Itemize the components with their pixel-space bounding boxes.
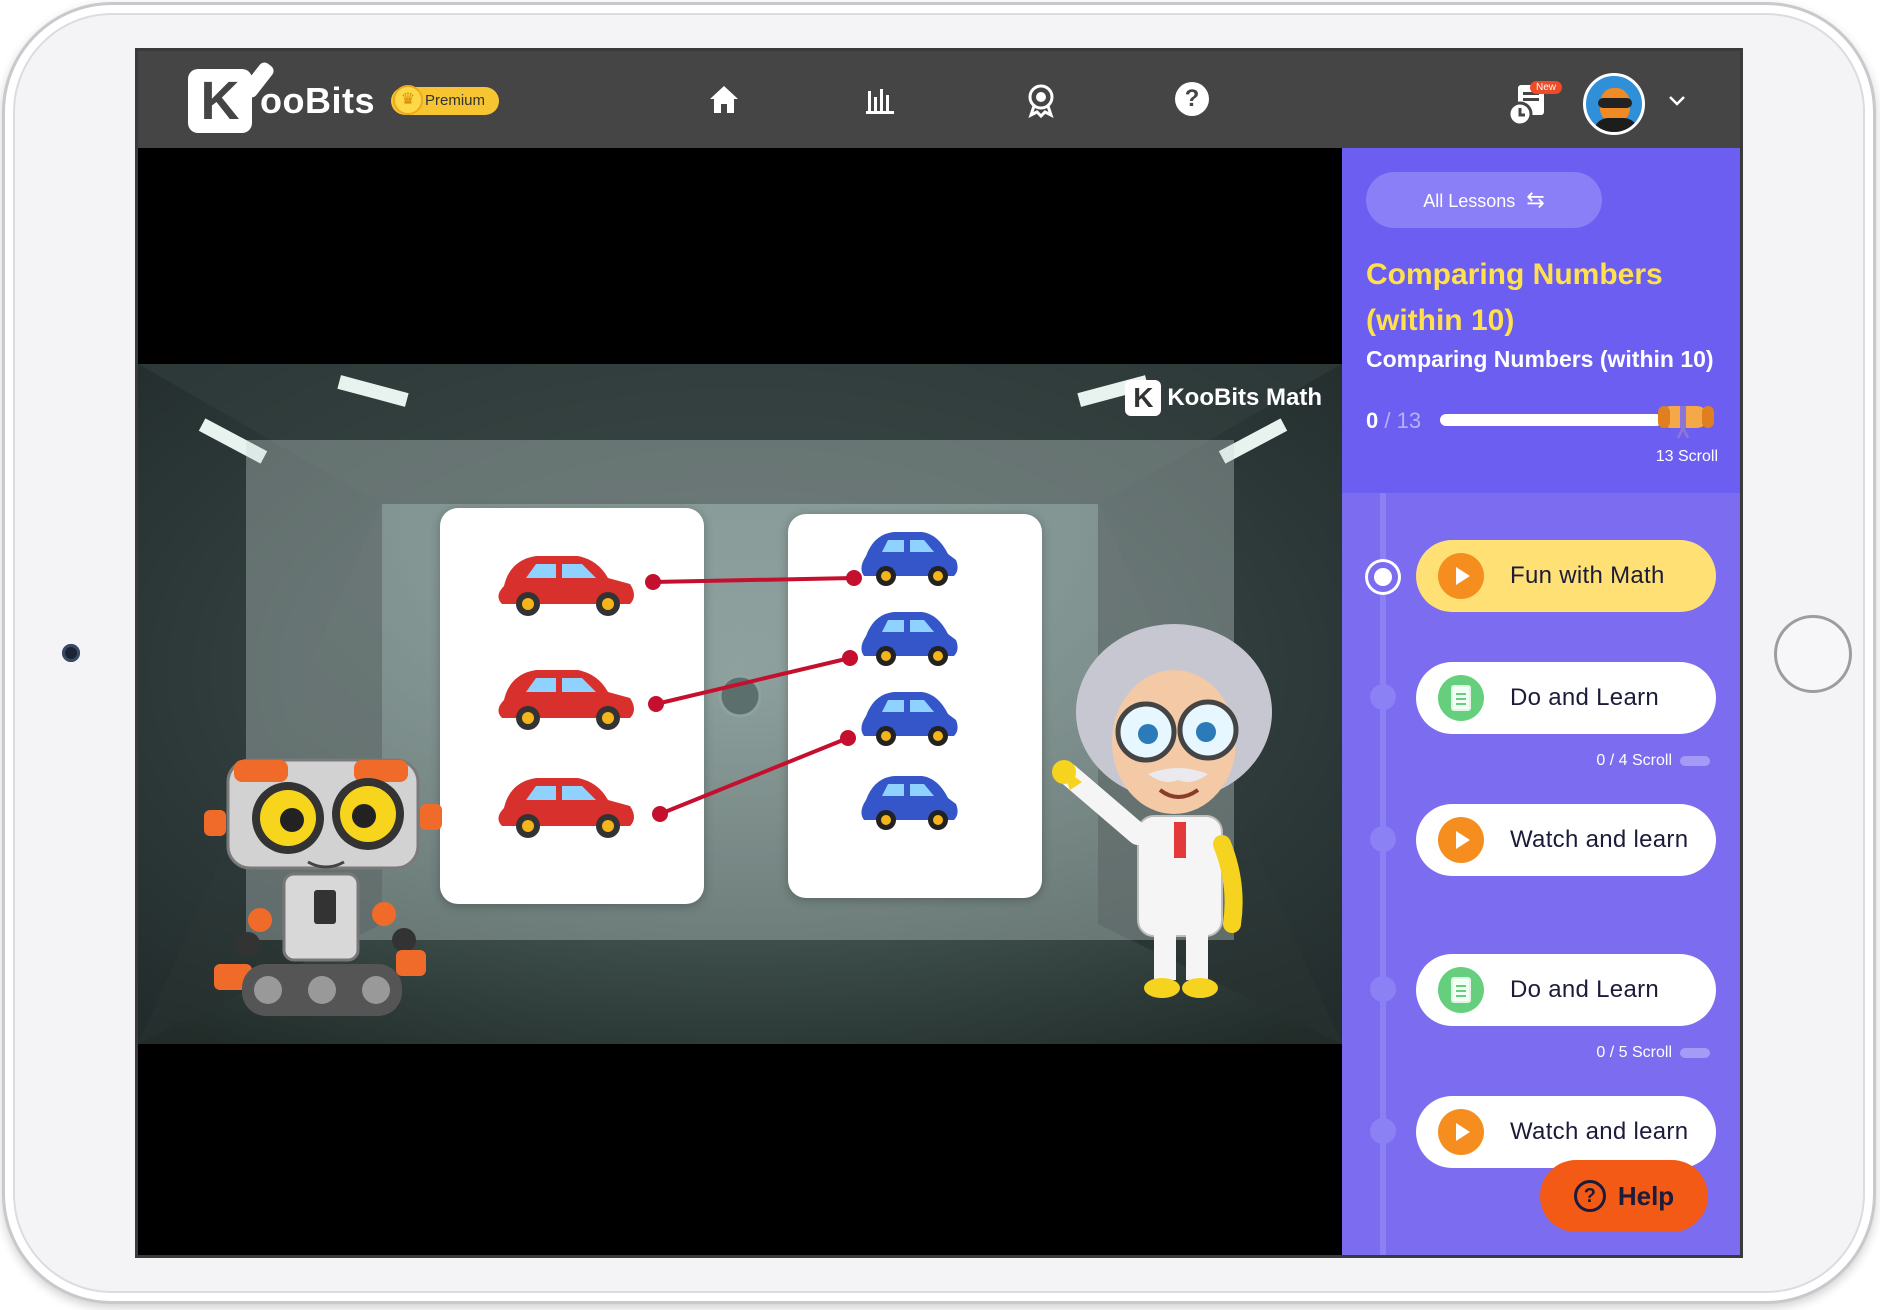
avatar-body [1594,118,1638,132]
blue-car-3 [861,692,958,746]
help-button[interactable]: ? Help [1540,1160,1708,1232]
timeline-dot [1370,976,1396,1002]
premium-badge: ♛ Premium [391,85,500,115]
app-screen: K ooBits ♛ Premium ? New K KooBits Math … [135,48,1743,1258]
activity-do-and-learn-2[interactable]: Do and Learn [1416,954,1716,1026]
koobits-logo[interactable]: K ooBits ♛ Premium [188,69,500,133]
question-circle-icon: ? [1573,1180,1606,1212]
mini-scroll-icon [1680,1048,1710,1058]
logo-wordmark: ooBits [260,80,375,121]
logo-k-mark: K [188,69,252,133]
activity-label: Watch and learn [1510,1118,1689,1145]
video-frame: K KooBits Math [138,364,1342,1044]
nav-home-button[interactable] [704,79,744,119]
scroll-total-label: 13 Scroll [1655,448,1718,465]
timeline-dot-current [1368,562,1398,592]
premium-label: Premium [425,92,486,109]
nav-stats-button[interactable] [860,79,900,119]
activity-label: Watch and learn [1510,826,1689,853]
user-avatar[interactable] [1583,73,1645,135]
blue-car-4 [861,776,958,830]
worksheet-icon [1438,967,1484,1013]
professor-character [1052,624,1272,998]
all-lessons-label: All Lessons [1423,191,1516,211]
nav-help-button[interactable]: ? [1172,79,1212,119]
watermark-text: KooBits Math [1167,384,1322,411]
timeline-dot [1370,684,1396,710]
blue-car-1 [861,532,958,586]
play-icon [1438,1109,1484,1155]
red-car-1 [498,556,634,616]
all-lessons-button[interactable]: All Lessons ⇆ [1366,172,1602,228]
activity-watch-and-learn-2[interactable]: Watch and learn [1416,1096,1716,1168]
bar-chart-icon [866,89,894,114]
timeline-dot [1370,1118,1396,1144]
home-icon [710,86,738,113]
lesson-header: All Lessons ⇆ Comparing Numbers (within … [1342,148,1740,493]
new-badge: New [1530,81,1563,94]
progress-total: / 13 [1384,408,1422,433]
robot-character [204,758,442,1016]
swap-icon: ⇆ [1526,187,1545,212]
mini-scroll-icon [1680,756,1710,766]
activity-label: Do and Learn [1510,976,1660,1003]
scroll-progress-bar [1440,414,1662,426]
activity-label: Fun with Math [1510,562,1665,589]
badge-icon [1028,84,1054,119]
crown-icon: ♛ [393,85,423,115]
scroll-progress-text: 0 / 13 [1366,408,1421,434]
play-icon [1438,553,1484,599]
avatar-mask [1598,98,1632,108]
lesson-sidebar: All Lessons ⇆ Comparing Numbers (within … [1342,148,1740,1255]
chevron-down-icon[interactable] [1666,89,1688,111]
lesson-title: Comparing Numbers (within 10) [1366,258,1663,337]
activity-scroll-progress: 0 / 4 Scroll [1596,752,1710,770]
question-icon: ? [1175,82,1209,116]
red-car-3 [498,778,634,838]
activity-do-and-learn-1[interactable]: Do and Learn [1416,662,1716,734]
watermark-k-mark: K [1125,380,1162,416]
activity-scroll-progress: 0 / 5 Scroll [1596,1044,1710,1062]
red-car-2 [498,670,634,730]
scroll-icon [1658,406,1714,438]
play-icon [1438,817,1484,863]
activity-label: Do and Learn [1510,684,1660,711]
timeline-dot [1370,826,1396,852]
activity-watch-and-learn-1[interactable]: Watch and learn [1416,804,1716,876]
activity-fun-with-math[interactable]: Fun with Math [1416,540,1716,612]
help-label: Help [1617,1180,1675,1211]
nav-achievements-button[interactable] [1021,79,1061,119]
video-watermark: K KooBits Math [1125,380,1322,416]
matching-diagram [204,532,1272,1016]
device-home-button[interactable] [1774,615,1852,693]
blue-car-2 [861,612,958,666]
worksheet-icon [1438,675,1484,721]
lesson-subtitle: Comparing Numbers (within 10) [1366,346,1714,372]
camera-dot [62,644,80,662]
top-navigation-bar: K ooBits ♛ Premium ? New [138,51,1740,148]
video-player[interactable]: K KooBits Math [138,148,1342,1255]
progress-done: 0 [1366,408,1379,433]
